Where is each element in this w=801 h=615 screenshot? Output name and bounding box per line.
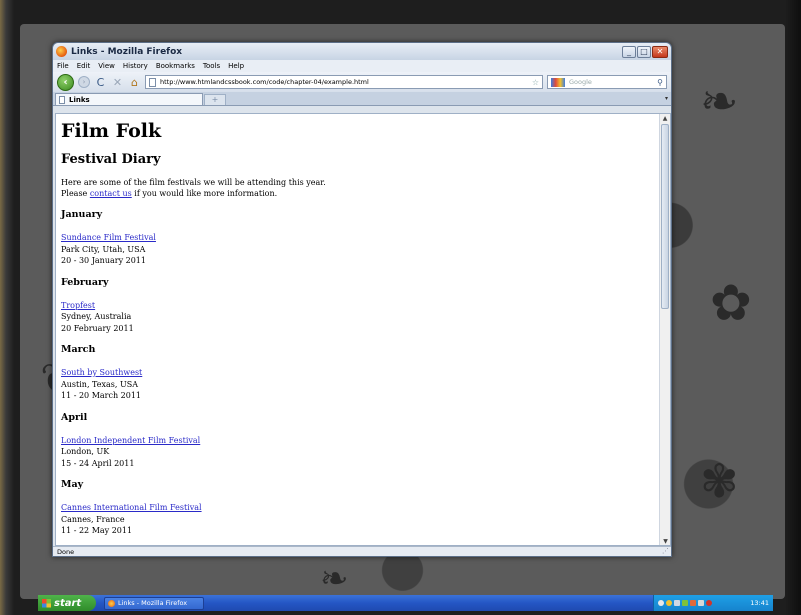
new-tab-button[interactable]: + [204, 94, 226, 105]
festival-entry: Cannes International Film Festival Canne… [61, 502, 656, 537]
minimize-button[interactable]: _ [622, 45, 636, 58]
clock[interactable]: 13:41 [750, 599, 769, 607]
wallpaper-ornament-icon: ❧ [320, 559, 349, 599]
navigation-toolbar: ‹ › C ✕ ⌂ http://www.htmlandcssbook.com/… [53, 72, 671, 92]
tab-list-icon[interactable]: ▾ [665, 95, 668, 102]
festival-location: Austin, Texas, USA [61, 379, 138, 389]
tab-links[interactable]: Links [55, 93, 203, 105]
vertical-scrollbar[interactable]: ▲ ▼ [659, 114, 670, 545]
security-icon[interactable] [666, 600, 672, 606]
window-titlebar[interactable]: Links - Mozilla Firefox _ □ ✕ [53, 43, 671, 60]
month-heading-april: April [61, 411, 88, 423]
window-title: Links - Mozilla Firefox [71, 46, 183, 57]
system-tray: 13:41 [653, 595, 773, 611]
menu-history[interactable]: History [123, 62, 148, 70]
festival-location: Sydney, Australia [61, 312, 132, 321]
start-button[interactable]: start [38, 595, 96, 611]
menu-bookmarks[interactable]: Bookmarks [156, 62, 195, 70]
close-button[interactable]: ✕ [652, 45, 668, 58]
stop-icon[interactable]: ✕ [111, 76, 124, 89]
menu-view[interactable]: View [98, 62, 115, 70]
tab-page-icon [59, 95, 65, 104]
search-input[interactable]: Google [569, 78, 657, 86]
menu-file[interactable]: File [57, 62, 69, 70]
search-bar[interactable]: Google ⚲ [547, 75, 667, 89]
festival-location: London, UK [61, 447, 110, 456]
festival-location: Cannes, France [61, 514, 125, 524]
page-title: Film Folk [61, 120, 162, 142]
taskbar: start Links - Mozilla Firefox 13:41 [38, 595, 773, 611]
month-heading-february: February [61, 276, 109, 288]
status-bar: Done ⋰ [53, 546, 671, 556]
address-url[interactable]: http://www.htmlandcssbook.com/code/chapt… [160, 78, 529, 86]
festival-entry: Sundance Film Festival Park City, Utah, … [61, 232, 656, 267]
home-icon[interactable]: ⌂ [128, 76, 141, 89]
start-label: start [54, 597, 82, 609]
page-icon [149, 77, 156, 87]
antivirus-icon[interactable] [690, 600, 696, 606]
update-icon[interactable] [682, 600, 688, 606]
display-icon[interactable] [698, 600, 704, 606]
intro-suffix: if you would like more information. [131, 189, 278, 198]
festival-dates: 20 February 2011 [61, 323, 134, 333]
festival-dates: 15 - 24 April 2011 [61, 458, 135, 468]
scroll-thumb[interactable] [661, 124, 669, 309]
festival-entry: London Independent Film Festival London,… [61, 435, 656, 470]
menu-tools[interactable]: Tools [203, 62, 220, 70]
festival-dates: 20 - 30 January 2011 [61, 256, 146, 265]
browser-window: Links - Mozilla Firefox _ □ ✕ File Edit … [52, 42, 672, 557]
volume-icon[interactable] [674, 600, 680, 606]
festival-link[interactable]: South by Southwest [61, 368, 142, 377]
festival-link[interactable]: London Independent Film Festival [61, 436, 200, 445]
wallpaper-ornament-icon: ✿ [710, 274, 752, 332]
wallpaper-ornament-icon: ✾ [700, 454, 739, 508]
menu-bar: File Edit View History Bookmarks Tools H… [53, 60, 671, 72]
bookmark-star-icon[interactable]: ☆ [532, 78, 539, 87]
festival-link[interactable]: Cannes International Film Festival [61, 503, 202, 512]
forward-button[interactable]: › [78, 76, 90, 88]
festival-dates: 11 - 22 May 2011 [61, 526, 133, 535]
menu-edit[interactable]: Edit [77, 62, 91, 70]
festival-entry: South by Southwest Austin, Texas, USA 11… [61, 367, 656, 402]
page-subtitle: Festival Diary [61, 152, 161, 167]
status-text: Done [57, 548, 75, 556]
network-icon[interactable] [658, 600, 664, 606]
firefox-icon [56, 46, 67, 57]
search-icon[interactable]: ⚲ [657, 78, 663, 87]
intro-paragraph: Here are some of the film festivals we w… [61, 177, 656, 199]
resize-grip-icon[interactable]: ⋰ [662, 546, 669, 556]
festival-link[interactable]: Tropfest [61, 301, 95, 310]
month-heading-may: May [61, 479, 84, 490]
address-bar[interactable]: http://www.htmlandcssbook.com/code/chapt… [145, 75, 543, 89]
scroll-down-icon[interactable]: ▼ [660, 537, 670, 545]
wallpaper-ornament-icon: ❧ [700, 74, 739, 128]
scroll-up-icon[interactable]: ▲ [660, 114, 670, 124]
alert-icon[interactable] [706, 600, 712, 606]
month-heading-january: January [61, 209, 103, 220]
tab-bar: Links + ▾ [53, 92, 671, 106]
window-controls: _ □ ✕ [622, 45, 668, 58]
taskbar-item-label: Links - Mozilla Firefox [118, 599, 188, 607]
tab-label: Links [69, 95, 90, 104]
maximize-button[interactable]: □ [637, 45, 651, 58]
search-engine-icon[interactable] [551, 77, 565, 87]
festival-location: Park City, Utah, USA [61, 244, 146, 254]
festival-entry: Tropfest Sydney, Australia 20 February 2… [61, 300, 656, 335]
menu-help[interactable]: Help [228, 62, 244, 70]
page-viewport: Film Folk Festival Diary Here are some o… [55, 113, 671, 546]
page-content: Film Folk Festival Diary Here are some o… [56, 114, 661, 545]
contact-link[interactable]: contact us [90, 189, 132, 198]
intro-line-1: Here are some of the film festivals we w… [61, 178, 326, 187]
back-button[interactable]: ‹ [57, 73, 74, 91]
reload-icon[interactable]: C [94, 76, 107, 89]
festival-link[interactable]: Sundance Film Festival [61, 233, 156, 242]
intro-prefix: Please [61, 189, 90, 198]
taskbar-item-firefox[interactable]: Links - Mozilla Firefox [104, 596, 204, 610]
firefox-icon [108, 599, 115, 607]
windows-logo-icon [42, 598, 51, 608]
festival-dates: 11 - 20 March 2011 [61, 391, 142, 400]
month-heading-march: March [61, 344, 96, 355]
